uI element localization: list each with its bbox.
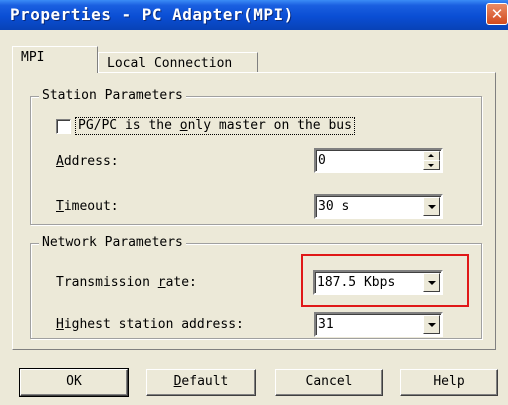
title-bar: Properties - PC Adapter(MPI) ✕ (0, 0, 508, 30)
highest-station-address-label: Highest station address: (56, 317, 244, 332)
tab-local-connection[interactable]: Local Connection (98, 52, 258, 74)
help-button[interactable]: Help (400, 369, 498, 396)
chevron-down-icon[interactable] (423, 197, 440, 216)
address-value: 0 (318, 153, 326, 168)
network-parameters-legend: Network Parameters (39, 235, 186, 250)
timeout-value: 30 s (318, 199, 350, 214)
transmission-rate-label: Transmission rate: (56, 275, 197, 290)
chevron-down-icon[interactable] (423, 315, 440, 334)
only-master-label[interactable]: PG/PC is the only master on the bus (75, 117, 355, 135)
default-button[interactable]: Default (146, 369, 256, 396)
address-spinbox[interactable]: 0 (314, 148, 443, 173)
only-master-checkbox[interactable] (56, 119, 71, 134)
timeout-dropdown[interactable]: 30 s (314, 194, 443, 219)
station-parameters-legend: Station Parameters (39, 88, 186, 103)
address-label: Address: (56, 154, 119, 169)
highest-station-address-value: 31 (318, 317, 334, 332)
red-highlight-box (301, 254, 469, 307)
close-button[interactable]: ✕ (486, 3, 508, 25)
spin-down-button[interactable] (423, 160, 440, 170)
window-title: Properties - PC Adapter(MPI) (10, 5, 294, 24)
tab-mpi[interactable]: MPI (12, 46, 98, 73)
timeout-label: Timeout: (56, 199, 119, 214)
highest-station-address-dropdown[interactable]: 31 (314, 312, 443, 337)
cancel-button[interactable]: Cancel (275, 369, 383, 396)
ok-button[interactable]: OK (19, 368, 129, 397)
